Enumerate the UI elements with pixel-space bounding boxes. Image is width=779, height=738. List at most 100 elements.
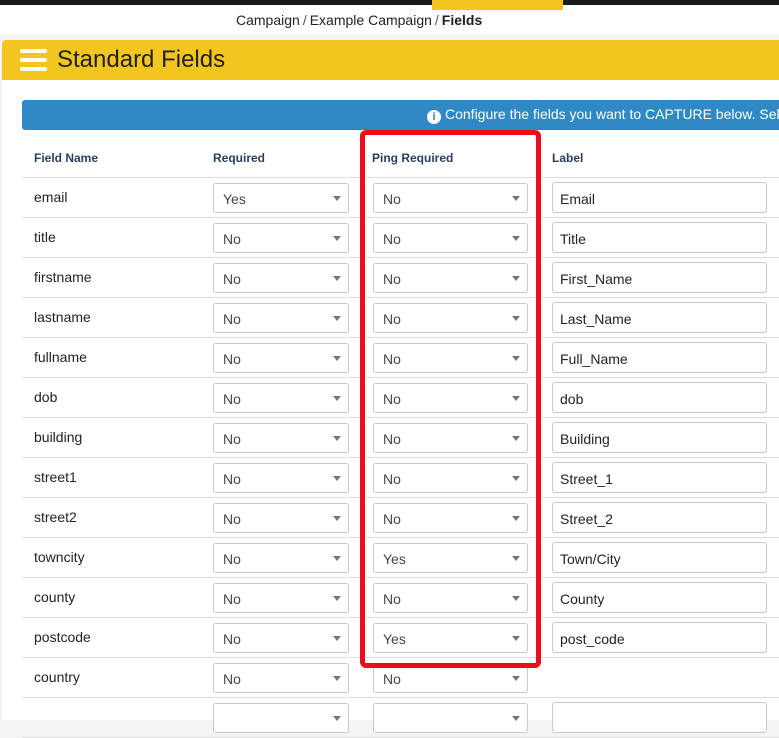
ping-required-select[interactable]: No xyxy=(373,383,528,413)
chevron-down-icon xyxy=(512,516,520,521)
required-select-value: No xyxy=(223,511,241,527)
top-bar-active-segment xyxy=(432,0,563,10)
chevron-down-icon xyxy=(512,556,520,561)
required-select-value: No xyxy=(223,311,241,327)
ping-required-select[interactable]: No xyxy=(373,423,528,453)
ping-required-select-value: No xyxy=(383,311,401,327)
required-select[interactable]: No xyxy=(213,383,349,413)
label-input[interactable] xyxy=(552,702,767,733)
chevron-down-icon xyxy=(333,356,341,361)
chevron-down-icon xyxy=(333,196,341,201)
label-input[interactable]: post_code xyxy=(552,622,767,653)
top-bar-dark-segment-right xyxy=(563,0,779,5)
table-header: Field Name Required Ping Required Label xyxy=(22,138,779,178)
table-row: lastname No No Last_Name xyxy=(22,298,779,338)
table-row: street1 No No Street_1 xyxy=(22,458,779,498)
required-select[interactable]: No xyxy=(213,303,349,333)
label-input[interactable]: Email xyxy=(552,182,767,213)
ping-required-select[interactable]: No xyxy=(373,343,528,373)
field-name: street1 xyxy=(34,469,77,485)
table-row: dob No No dob xyxy=(22,378,779,418)
required-select[interactable]: No xyxy=(213,463,349,493)
table-row: firstname No No First_Name xyxy=(22,258,779,298)
chevron-down-icon xyxy=(333,676,341,681)
breadcrumb-separator: / xyxy=(302,12,307,28)
required-select[interactable]: No xyxy=(213,663,349,693)
label-input[interactable]: Street_2 xyxy=(552,502,767,533)
chevron-down-icon xyxy=(333,516,341,521)
ping-required-select-value: No xyxy=(383,591,401,607)
required-select[interactable]: No xyxy=(213,263,349,293)
chevron-down-icon xyxy=(512,236,520,241)
required-select[interactable]: No xyxy=(213,623,349,653)
required-select-value: No xyxy=(223,591,241,607)
table-row xyxy=(22,698,779,738)
ping-required-select-value: Yes xyxy=(383,631,406,647)
label-input[interactable]: Title xyxy=(552,222,767,253)
chevron-down-icon xyxy=(333,436,341,441)
label-input[interactable]: Building xyxy=(552,422,767,453)
ping-required-select-value: No xyxy=(383,391,401,407)
breadcrumb-campaign-link[interactable]: Campaign xyxy=(236,12,300,28)
label-input[interactable]: Town/City xyxy=(552,542,767,573)
label-input[interactable]: dob xyxy=(552,382,767,413)
column-header-field-name: Field Name xyxy=(34,151,99,165)
table-row: email Yes No Email xyxy=(22,178,779,218)
info-banner-text: Configure the fields you want to CAPTURE… xyxy=(445,106,779,122)
required-select[interactable]: Yes xyxy=(213,183,349,213)
ping-required-select[interactable]: No xyxy=(373,463,528,493)
chevron-down-icon xyxy=(333,316,341,321)
chevron-down-icon xyxy=(512,356,520,361)
column-header-ping-required: Ping Required xyxy=(372,151,454,165)
field-name: title xyxy=(34,229,56,245)
ping-required-select-value: No xyxy=(383,351,401,367)
info-banner: i Configure the fields you want to CAPTUR… xyxy=(22,100,779,130)
chevron-down-icon xyxy=(333,236,341,241)
page-title: Standard Fields xyxy=(57,46,226,73)
chevron-down-icon xyxy=(512,676,520,681)
hamburger-icon[interactable] xyxy=(20,49,47,71)
required-select[interactable]: No xyxy=(213,543,349,573)
chevron-down-icon xyxy=(512,476,520,481)
ping-required-select[interactable]: Yes xyxy=(373,623,528,653)
column-header-required: Required xyxy=(213,151,266,165)
breadcrumb: Campaign / Example Campaign / Fields xyxy=(0,10,779,34)
label-input[interactable]: County xyxy=(552,582,767,613)
required-select[interactable]: No xyxy=(213,583,349,613)
required-select[interactable]: No xyxy=(213,223,349,253)
required-select-value: No xyxy=(223,271,241,287)
chevron-down-icon xyxy=(512,716,520,721)
chevron-down-icon xyxy=(333,716,341,721)
ping-required-select-value: No xyxy=(383,671,401,687)
ping-required-select[interactable]: No xyxy=(373,223,528,253)
label-input[interactable]: Full_Name xyxy=(552,342,767,373)
ping-required-select[interactable]: No xyxy=(373,503,528,533)
table-row: country No No xyxy=(22,658,779,698)
breadcrumb-separator: / xyxy=(434,12,439,28)
ping-required-select[interactable]: Yes xyxy=(373,543,528,573)
ping-required-select[interactable]: No xyxy=(373,183,528,213)
label-input[interactable]: Street_1 xyxy=(552,462,767,493)
field-name: fullname xyxy=(34,349,87,365)
chevron-down-icon xyxy=(512,396,520,401)
label-input[interactable]: Last_Name xyxy=(552,302,767,333)
required-select[interactable]: No xyxy=(213,343,349,373)
column-header-label: Label xyxy=(552,151,584,165)
ping-required-select[interactable]: No xyxy=(373,263,528,293)
ping-required-select-value: No xyxy=(383,271,401,287)
required-select-value: No xyxy=(223,351,241,367)
ping-required-select[interactable] xyxy=(373,703,528,733)
required-select[interactable]: No xyxy=(213,503,349,533)
required-select[interactable] xyxy=(213,703,349,733)
breadcrumb-example-campaign-link[interactable]: Example Campaign xyxy=(310,12,432,28)
ping-required-select[interactable]: No xyxy=(373,583,528,613)
label-input[interactable]: First_Name xyxy=(552,262,767,293)
required-select-value: Yes xyxy=(223,191,246,207)
ping-required-select[interactable]: No xyxy=(373,303,528,333)
top-accent-bar xyxy=(0,0,779,10)
required-select[interactable]: No xyxy=(213,423,349,453)
ping-required-select[interactable]: No xyxy=(373,663,528,693)
required-select-value: No xyxy=(223,671,241,687)
chevron-down-icon xyxy=(333,556,341,561)
ping-required-select-value: No xyxy=(383,511,401,527)
